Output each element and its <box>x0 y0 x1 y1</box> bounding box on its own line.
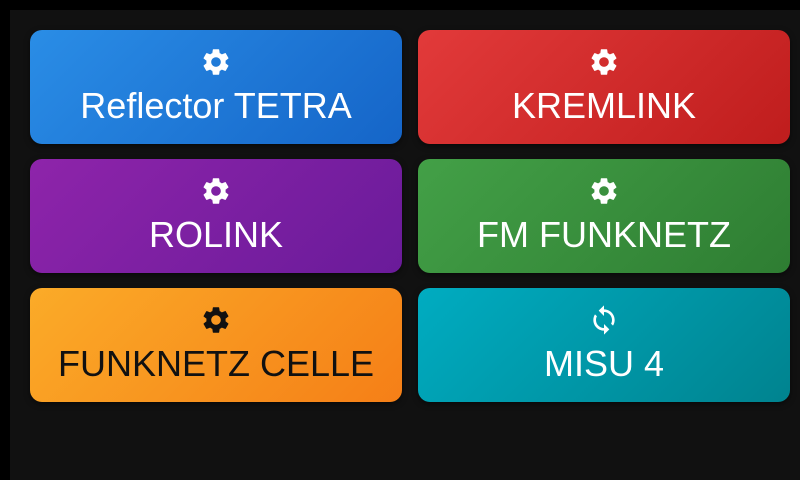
tile-label: ROLINK <box>148 214 284 255</box>
rolink-button[interactable]: ROLINK <box>30 159 402 273</box>
tile-label: FM FUNKNETZ <box>477 214 731 255</box>
sync-icon <box>588 304 620 336</box>
tile-label: Reflector TETRA <box>80 85 352 126</box>
reflector-selector-screen: Reflector TETRA KREMLINK ROLINK FM FUNKN… <box>10 10 800 480</box>
fm-funknetz-button[interactable]: FM FUNKNETZ <box>418 159 790 273</box>
gear-icon <box>200 175 232 207</box>
gear-icon <box>588 175 620 207</box>
tile-label: KREMLINK <box>511 85 697 126</box>
tile-label: FUNKNETZ CELLE <box>57 343 375 384</box>
misu-4-button[interactable]: MISU 4 <box>418 288 790 402</box>
gear-icon <box>588 46 620 78</box>
gear-icon <box>200 46 232 78</box>
funknetz-celle-button[interactable]: FUNKNETZ CELLE <box>30 288 402 402</box>
kremlink-button[interactable]: KREMLINK <box>418 30 790 144</box>
tile-label: MISU 4 <box>543 343 665 384</box>
reflector-tetra-button[interactable]: Reflector TETRA <box>30 30 402 144</box>
gear-icon <box>200 304 232 336</box>
